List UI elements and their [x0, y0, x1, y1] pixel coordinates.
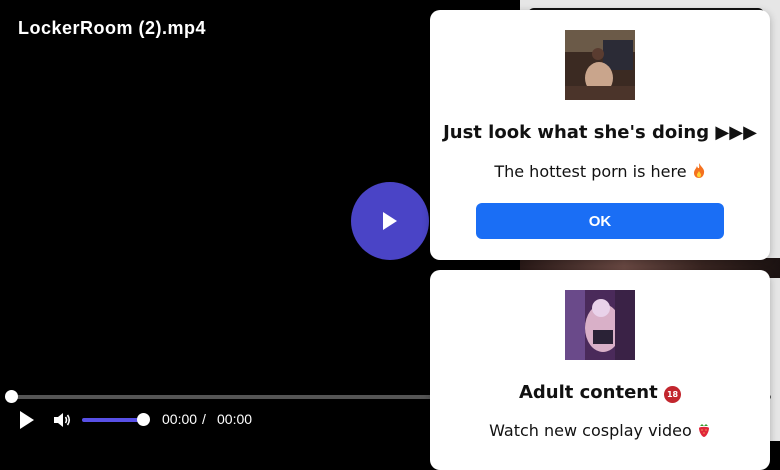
fire-icon: [693, 163, 704, 178]
play-icon[interactable]: [16, 410, 38, 430]
play-icon: [383, 212, 397, 230]
volume-knob[interactable]: [137, 413, 150, 426]
big-play-button[interactable]: [351, 182, 429, 260]
progress-knob[interactable]: [5, 390, 18, 403]
strawberry-icon: [698, 424, 709, 437]
popup-thumbnail: [565, 290, 635, 360]
current-time: 00:00: [162, 411, 198, 427]
popup-notification-2[interactable]: Adult content 18 Watch new cosplay video: [430, 270, 770, 470]
popup-text: The hottest porn is here: [494, 162, 687, 181]
ok-button[interactable]: OK: [476, 203, 724, 239]
popup-title: Adult content: [518, 382, 658, 403]
volume-slider[interactable]: [82, 418, 144, 422]
popup-title: Just look what she's doing ▶▶▶: [443, 122, 757, 143]
volume-icon[interactable]: [52, 410, 72, 430]
popup-thumbnail: [565, 30, 635, 100]
duration-time: 00:00: [217, 411, 253, 427]
time-separator: /: [202, 411, 206, 427]
popup-text: Watch new cosplay video: [489, 421, 692, 440]
popup-notification-1[interactable]: Just look what she's doing ▶▶▶ The hotte…: [430, 10, 770, 260]
adult-18-icon: 18: [664, 386, 682, 403]
video-title: LockerRoom (2).mp4: [18, 18, 207, 38]
